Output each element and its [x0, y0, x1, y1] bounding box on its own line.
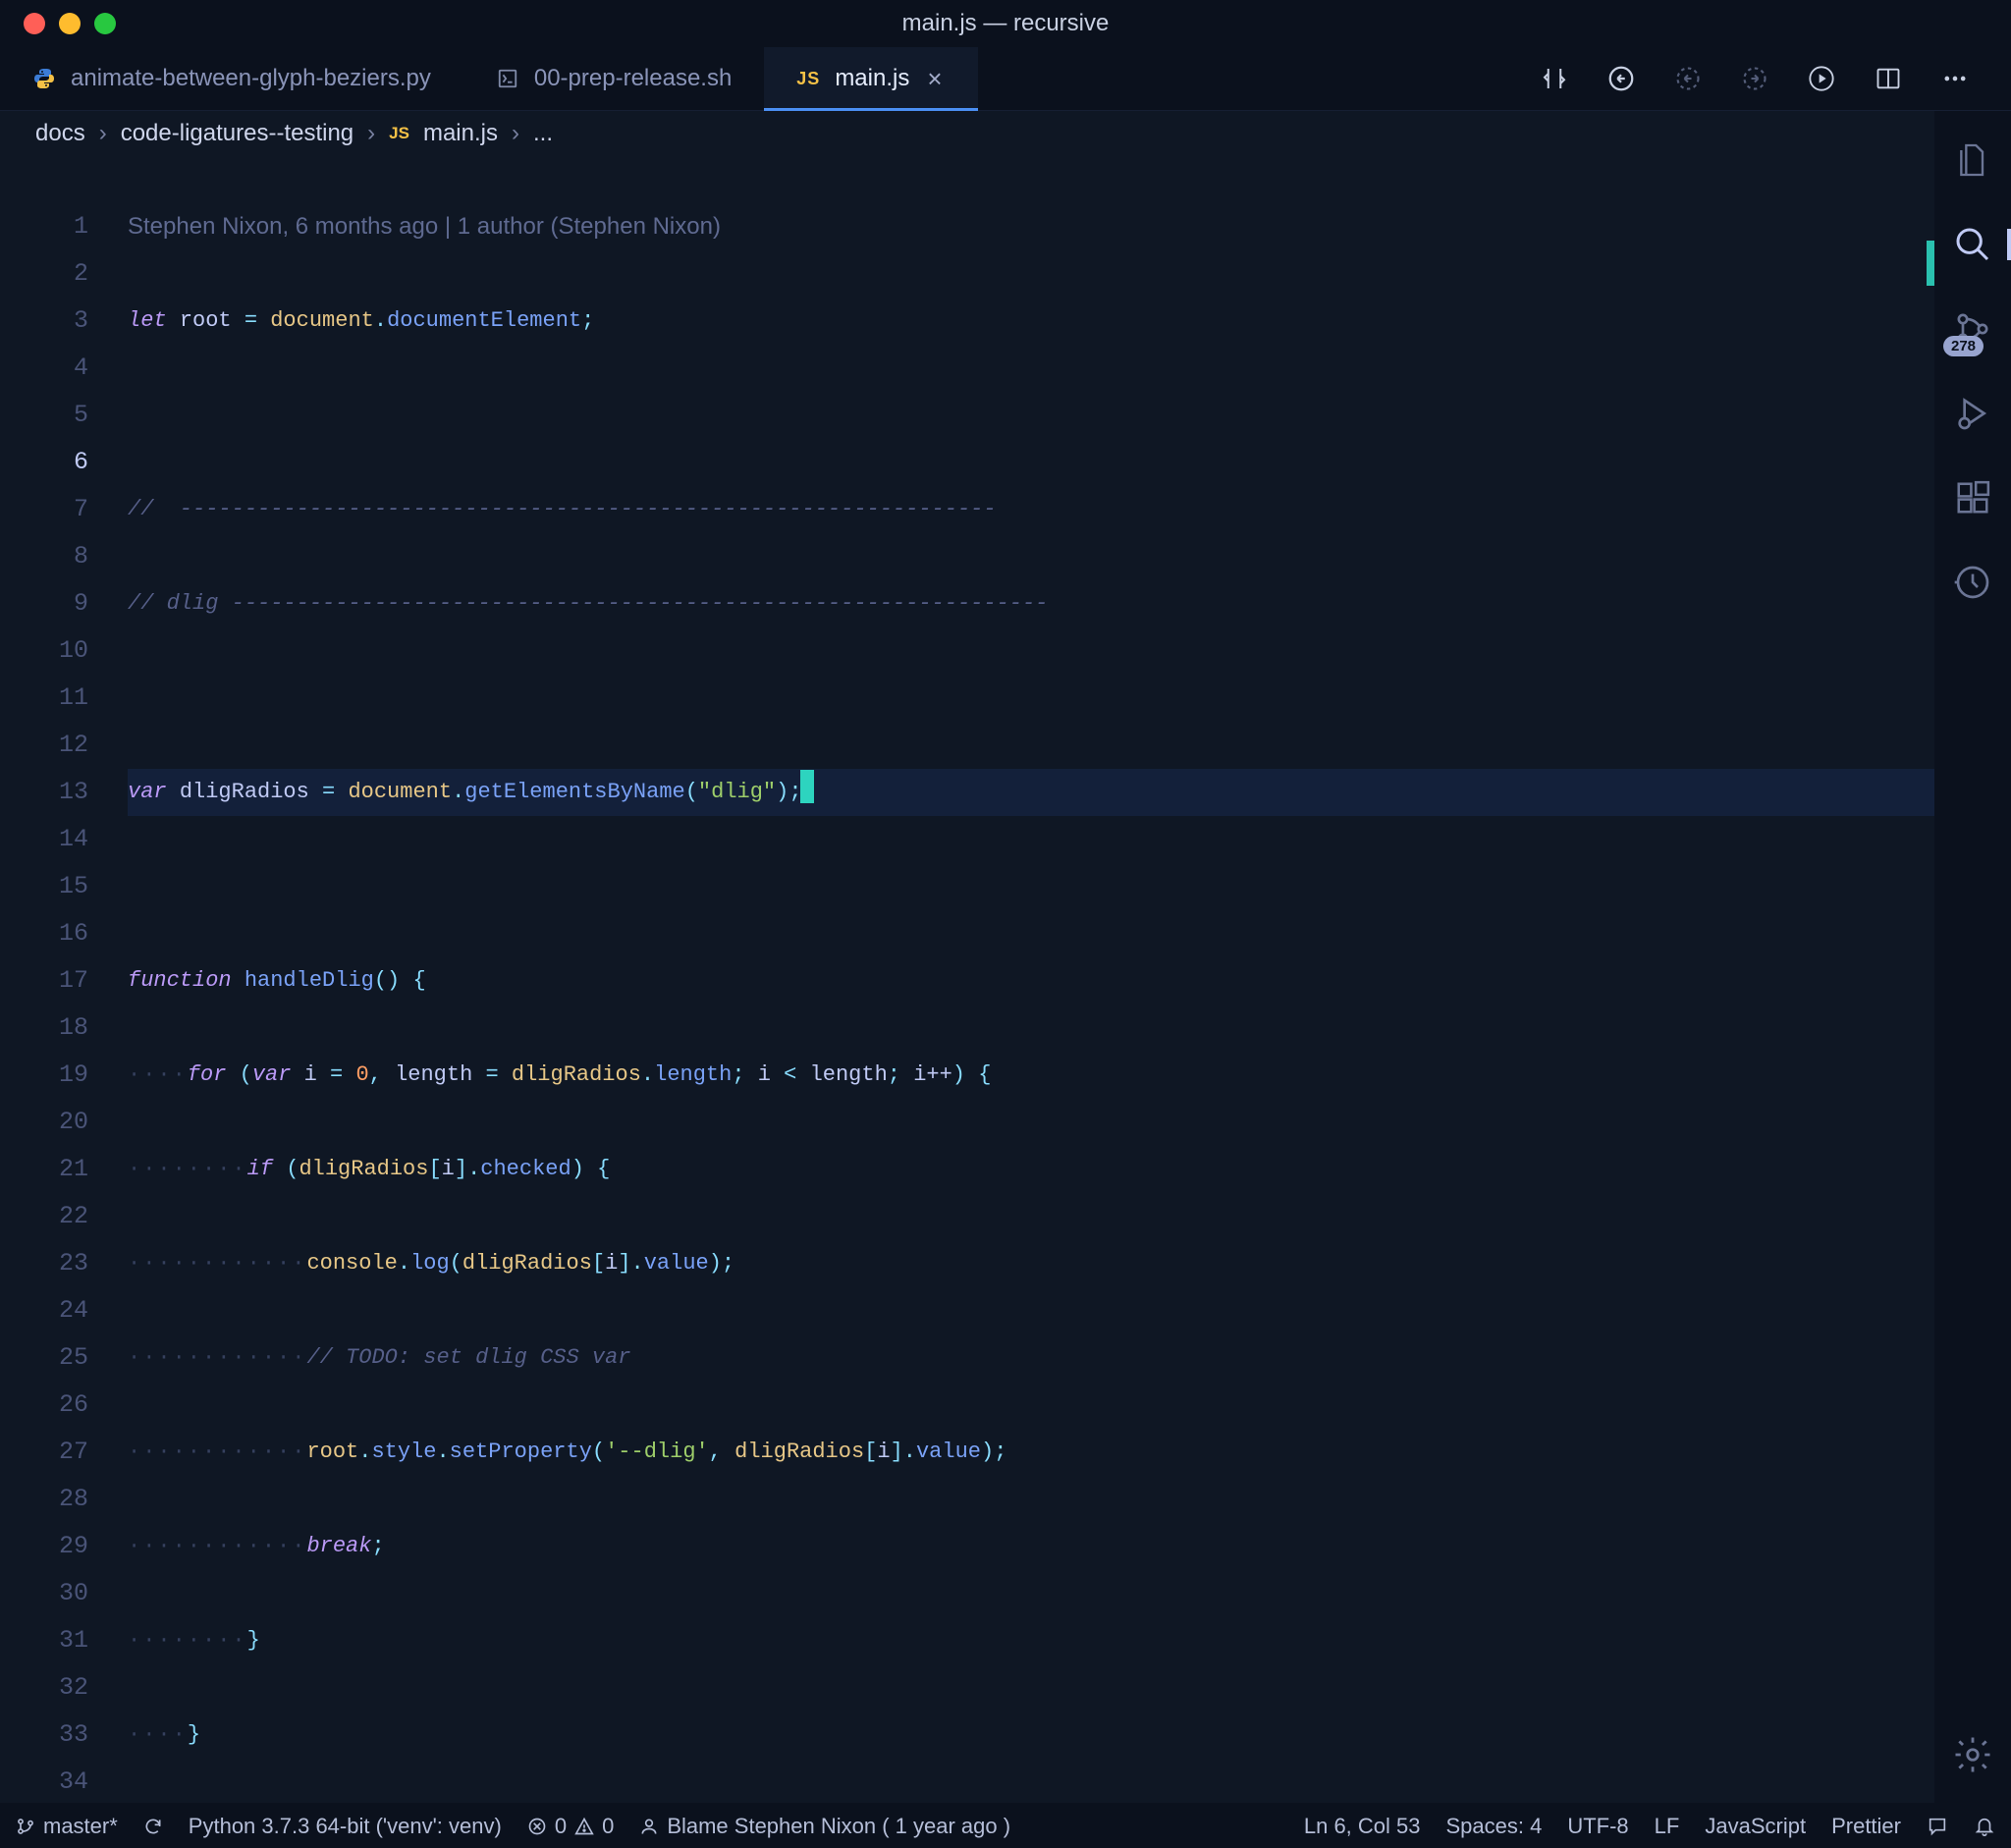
breadcrumb-segment[interactable]: docs — [35, 120, 85, 147]
bell-icon[interactable] — [1974, 1816, 1995, 1837]
tab-main-js[interactable]: JS main.js × — [764, 47, 978, 110]
tab-prep-release[interactable]: 00-prep-release.sh — [463, 47, 764, 110]
timeline-icon[interactable] — [1951, 561, 1994, 604]
more-actions-icon[interactable] — [1938, 62, 1972, 95]
blame-status[interactable]: Blame Stephen Nixon ( 1 year ago ) — [639, 1814, 1010, 1839]
search-icon[interactable] — [1951, 223, 1994, 266]
code-area[interactable]: Stephen Nixon, 6 months ago | 1 author (… — [128, 156, 1934, 1803]
codelens[interactable]: Stephen Nixon, 6 months ago | 1 author (… — [128, 203, 1934, 250]
compare-icon[interactable] — [1538, 62, 1571, 95]
breadcrumb-tail[interactable]: ... — [533, 120, 553, 147]
line-gutter: 12345 678910 1112131415 1617181920 21222… — [0, 156, 128, 1803]
python-interpreter-status[interactable]: Python 3.7.3 64-bit ('venv': venv) — [189, 1814, 502, 1839]
javascript-icon: JS — [389, 124, 409, 143]
run-icon[interactable] — [1805, 62, 1838, 95]
go-back-icon[interactable] — [1604, 62, 1638, 95]
python-icon — [31, 66, 57, 91]
extensions-icon[interactable] — [1951, 476, 1994, 519]
explorer-icon[interactable] — [1951, 138, 1994, 182]
window-close-button[interactable] — [24, 13, 45, 34]
problems-status[interactable]: 0 0 — [527, 1814, 615, 1839]
chevron-right-icon: › — [367, 120, 375, 147]
window-zoom-button[interactable] — [94, 13, 116, 34]
tab-label: 00-prep-release.sh — [534, 65, 732, 92]
tab-animate-beziers[interactable]: animate-between-glyph-beziers.py — [0, 47, 463, 110]
title-bar: main.js — recursive — [0, 0, 2011, 47]
tab-close-button[interactable]: × — [923, 64, 946, 94]
breadcrumb[interactable]: docs › code-ligatures--testing › JS main… — [0, 111, 2011, 156]
window-minimize-button[interactable] — [59, 13, 81, 34]
tab-bar: animate-between-glyph-beziers.py 00-prep… — [0, 47, 2011, 111]
shell-icon — [495, 66, 520, 91]
language-status[interactable]: JavaScript — [1705, 1814, 1806, 1839]
text-cursor — [800, 770, 814, 803]
scm-badge: 278 — [1943, 336, 1984, 356]
indentation-status[interactable]: Spaces: 4 — [1446, 1814, 1543, 1839]
editor-actions — [1538, 47, 2011, 110]
split-editor-icon[interactable] — [1872, 62, 1905, 95]
sync-status[interactable] — [143, 1817, 163, 1836]
tab-label: main.js — [835, 65, 909, 92]
window-title: main.js — recursive — [0, 10, 2011, 37]
prev-change-icon[interactable] — [1671, 62, 1705, 95]
editor-pane[interactable]: 12345 678910 1112131415 1617181920 21222… — [0, 156, 1934, 1803]
prettier-status[interactable]: Prettier — [1831, 1814, 1901, 1839]
activity-bar: 278 — [1934, 111, 2011, 1803]
cursor-position-status[interactable]: Ln 6, Col 53 — [1304, 1814, 1421, 1839]
breadcrumb-segment[interactable]: code-ligatures--testing — [121, 120, 353, 147]
chevron-right-icon: › — [99, 120, 107, 147]
source-control-icon[interactable]: 278 — [1951, 307, 1994, 351]
status-bar: master* Python 3.7.3 64-bit ('venv': ven… — [0, 1803, 2011, 1848]
chevron-right-icon: › — [512, 120, 519, 147]
tab-label: animate-between-glyph-beziers.py — [71, 65, 431, 92]
encoding-status[interactable]: UTF-8 — [1567, 1814, 1628, 1839]
feedback-icon[interactable] — [1927, 1816, 1948, 1837]
breadcrumb-file[interactable]: main.js — [423, 120, 498, 147]
eol-status[interactable]: LF — [1655, 1814, 1680, 1839]
javascript-icon: JS — [795, 66, 821, 91]
git-branch-status[interactable]: master* — [16, 1814, 118, 1839]
next-change-icon[interactable] — [1738, 62, 1771, 95]
settings-icon[interactable] — [1952, 1734, 1993, 1775]
debug-icon[interactable] — [1951, 392, 1994, 435]
